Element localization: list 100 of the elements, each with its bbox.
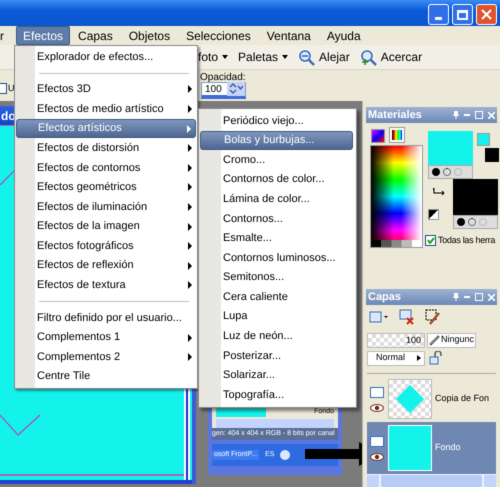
caret-icon — [282, 55, 288, 59]
maximize-icon[interactable] — [475, 111, 483, 119]
scrollbar[interactable] — [367, 474, 496, 487]
layer-name: Copia de Fon — [435, 392, 490, 406]
menu-item[interactable]: Posterizar... — [200, 346, 353, 366]
swap-arrows-icon[interactable] — [433, 187, 445, 197]
eye-icon[interactable] — [370, 404, 384, 412]
menu-item[interactable]: Semitonos... — [200, 268, 353, 288]
menu-item[interactable]: Ventana — [262, 26, 315, 45]
opacity-label: Opacidad: — [200, 71, 246, 85]
checkbox[interactable] — [0, 83, 7, 94]
color-spectrum[interactable] — [370, 145, 423, 248]
menu-item[interactable]: Contornos de color... — [200, 170, 353, 190]
edit-selection-icon[interactable] — [425, 309, 441, 325]
toolbar-label: foto — [198, 49, 218, 66]
layer-icon — [370, 386, 384, 398]
checkbox-label: U — [8, 83, 14, 94]
menu-item[interactable]: Efectos de contornos — [16, 158, 196, 178]
pin-icon[interactable] — [453, 293, 459, 301]
menu-item[interactable]: Efectos geométricos — [16, 178, 196, 198]
lock-icon[interactable] — [429, 351, 443, 365]
menu-item[interactable]: Contornos luminosos... — [200, 248, 353, 268]
close-button[interactable] — [476, 4, 497, 25]
delete-layer-icon[interactable] — [399, 309, 415, 325]
maximize-icon[interactable] — [475, 293, 483, 301]
menu-item[interactable]: Selecciones — [182, 26, 255, 45]
menu-item[interactable]: Efectos artísticos — [16, 118, 196, 138]
spinner-arrows-icon — [227, 82, 245, 96]
small-background-swatch[interactable] — [485, 148, 499, 162]
layer-thumbnail — [388, 425, 432, 471]
menu-item[interactable]: Topografía... — [200, 385, 353, 405]
menu-item[interactable]: Ayuda — [322, 26, 365, 45]
menu-item[interactable]: Bolas y burbujas... — [200, 130, 353, 150]
zoom-out-icon — [298, 48, 316, 66]
toolbar-button[interactable]: Paletas — [238, 47, 288, 67]
menu-item[interactable]: Objetos — [124, 26, 174, 45]
layer-icon — [370, 436, 384, 446]
toolbar-label: Paletas — [238, 49, 278, 66]
menu-item[interactable]: Capas — [74, 26, 117, 45]
menu-item[interactable]: Efectos de textura — [16, 276, 196, 296]
checkbox[interactable] — [425, 235, 436, 246]
layer-thumbnail — [388, 379, 432, 419]
menu-item[interactable]: Lámina de color... — [200, 189, 353, 209]
style-buttons[interactable] — [453, 215, 498, 229]
mask-field[interactable]: Ningunc — [427, 332, 476, 348]
menu-item[interactable]: Explorador de efectos... — [16, 47, 196, 67]
menu-item[interactable]: Efectos fotográficos — [16, 236, 196, 256]
menu-item[interactable]: Centre Tile — [16, 366, 196, 386]
blend-mode-dropdown[interactable]: Normal — [367, 350, 425, 366]
small-foreground-swatch[interactable] — [477, 133, 490, 146]
pin-icon[interactable] — [453, 111, 459, 119]
menu-item[interactable]: Efectos de la imagen — [16, 216, 196, 236]
menu-item[interactable]: Efectos 3D — [16, 80, 196, 100]
opacity-spinner[interactable]: 100 — [201, 82, 246, 99]
menu-item[interactable]: Periódico viejo... — [200, 111, 353, 131]
menu-item[interactable]: Lupa — [200, 306, 353, 327]
new-layer-icon[interactable] — [369, 310, 389, 324]
menu-item[interactable]: r — [0, 26, 8, 45]
menu-item[interactable]: Cera caliente — [200, 287, 353, 307]
reset-colors-icon[interactable] — [428, 209, 439, 220]
menu-item[interactable]: Cromo... — [200, 150, 353, 170]
toolbar-button[interactable]: foto — [198, 47, 228, 67]
scrollbar[interactable] — [216, 419, 334, 428]
toolbar-button[interactable]: Acercar — [360, 47, 422, 67]
toolbar-button[interactable]: Alejar — [298, 47, 350, 67]
maximize-button[interactable] — [452, 4, 473, 25]
background-swatch[interactable] — [453, 179, 498, 215]
close-icon[interactable] — [488, 112, 495, 118]
toolbar-label: Alejar — [319, 49, 350, 66]
menu-item[interactable]: Solarizar... — [200, 366, 353, 386]
opacity-field[interactable]: 100 — [367, 332, 425, 348]
menu-item[interactable]: Contornos... — [200, 208, 353, 229]
palette-tab[interactable] — [389, 127, 405, 143]
menu-item[interactable]: Efectos — [16, 26, 70, 45]
foreground-swatch[interactable] — [428, 131, 473, 165]
layer-name: Fondo — [435, 441, 461, 454]
menu-item[interactable]: Esmalte... — [200, 228, 353, 248]
minimize-button[interactable] — [428, 4, 449, 25]
menu-item[interactable]: Complementos 2 — [16, 347, 196, 367]
style-buttons[interactable] — [428, 165, 473, 179]
pencil-icon — [428, 334, 440, 346]
menu-item[interactable]: Efectos de reflexión — [16, 256, 196, 276]
menu-item[interactable]: Complementos 1 — [16, 328, 196, 348]
opacity-value: 100 — [204, 82, 223, 96]
caret-icon — [222, 55, 228, 59]
layer-row[interactable]: Fondo — [367, 422, 496, 474]
menu-item[interactable]: Efectos de medio artístico — [16, 99, 196, 119]
close-icon — [481, 9, 492, 20]
caret-icon — [417, 355, 421, 361]
checkbox-label: Todas las herra — [438, 234, 496, 247]
eye-icon[interactable] — [370, 452, 384, 460]
menu-item[interactable]: Filtro definido por el usuario... — [16, 308, 196, 328]
menu-item[interactable]: Efectos de iluminación — [16, 197, 196, 217]
panel-title: Materiales — [368, 108, 423, 123]
close-icon[interactable] — [488, 294, 495, 300]
toolbar-label: Acercar — [380, 49, 422, 66]
menu-item[interactable]: Luz de neón... — [200, 326, 353, 346]
panel-title: Capas — [368, 290, 402, 305]
menu-item[interactable]: Efectos de distorsión — [16, 138, 196, 158]
layer-row[interactable]: Copia de Fon — [367, 376, 496, 422]
